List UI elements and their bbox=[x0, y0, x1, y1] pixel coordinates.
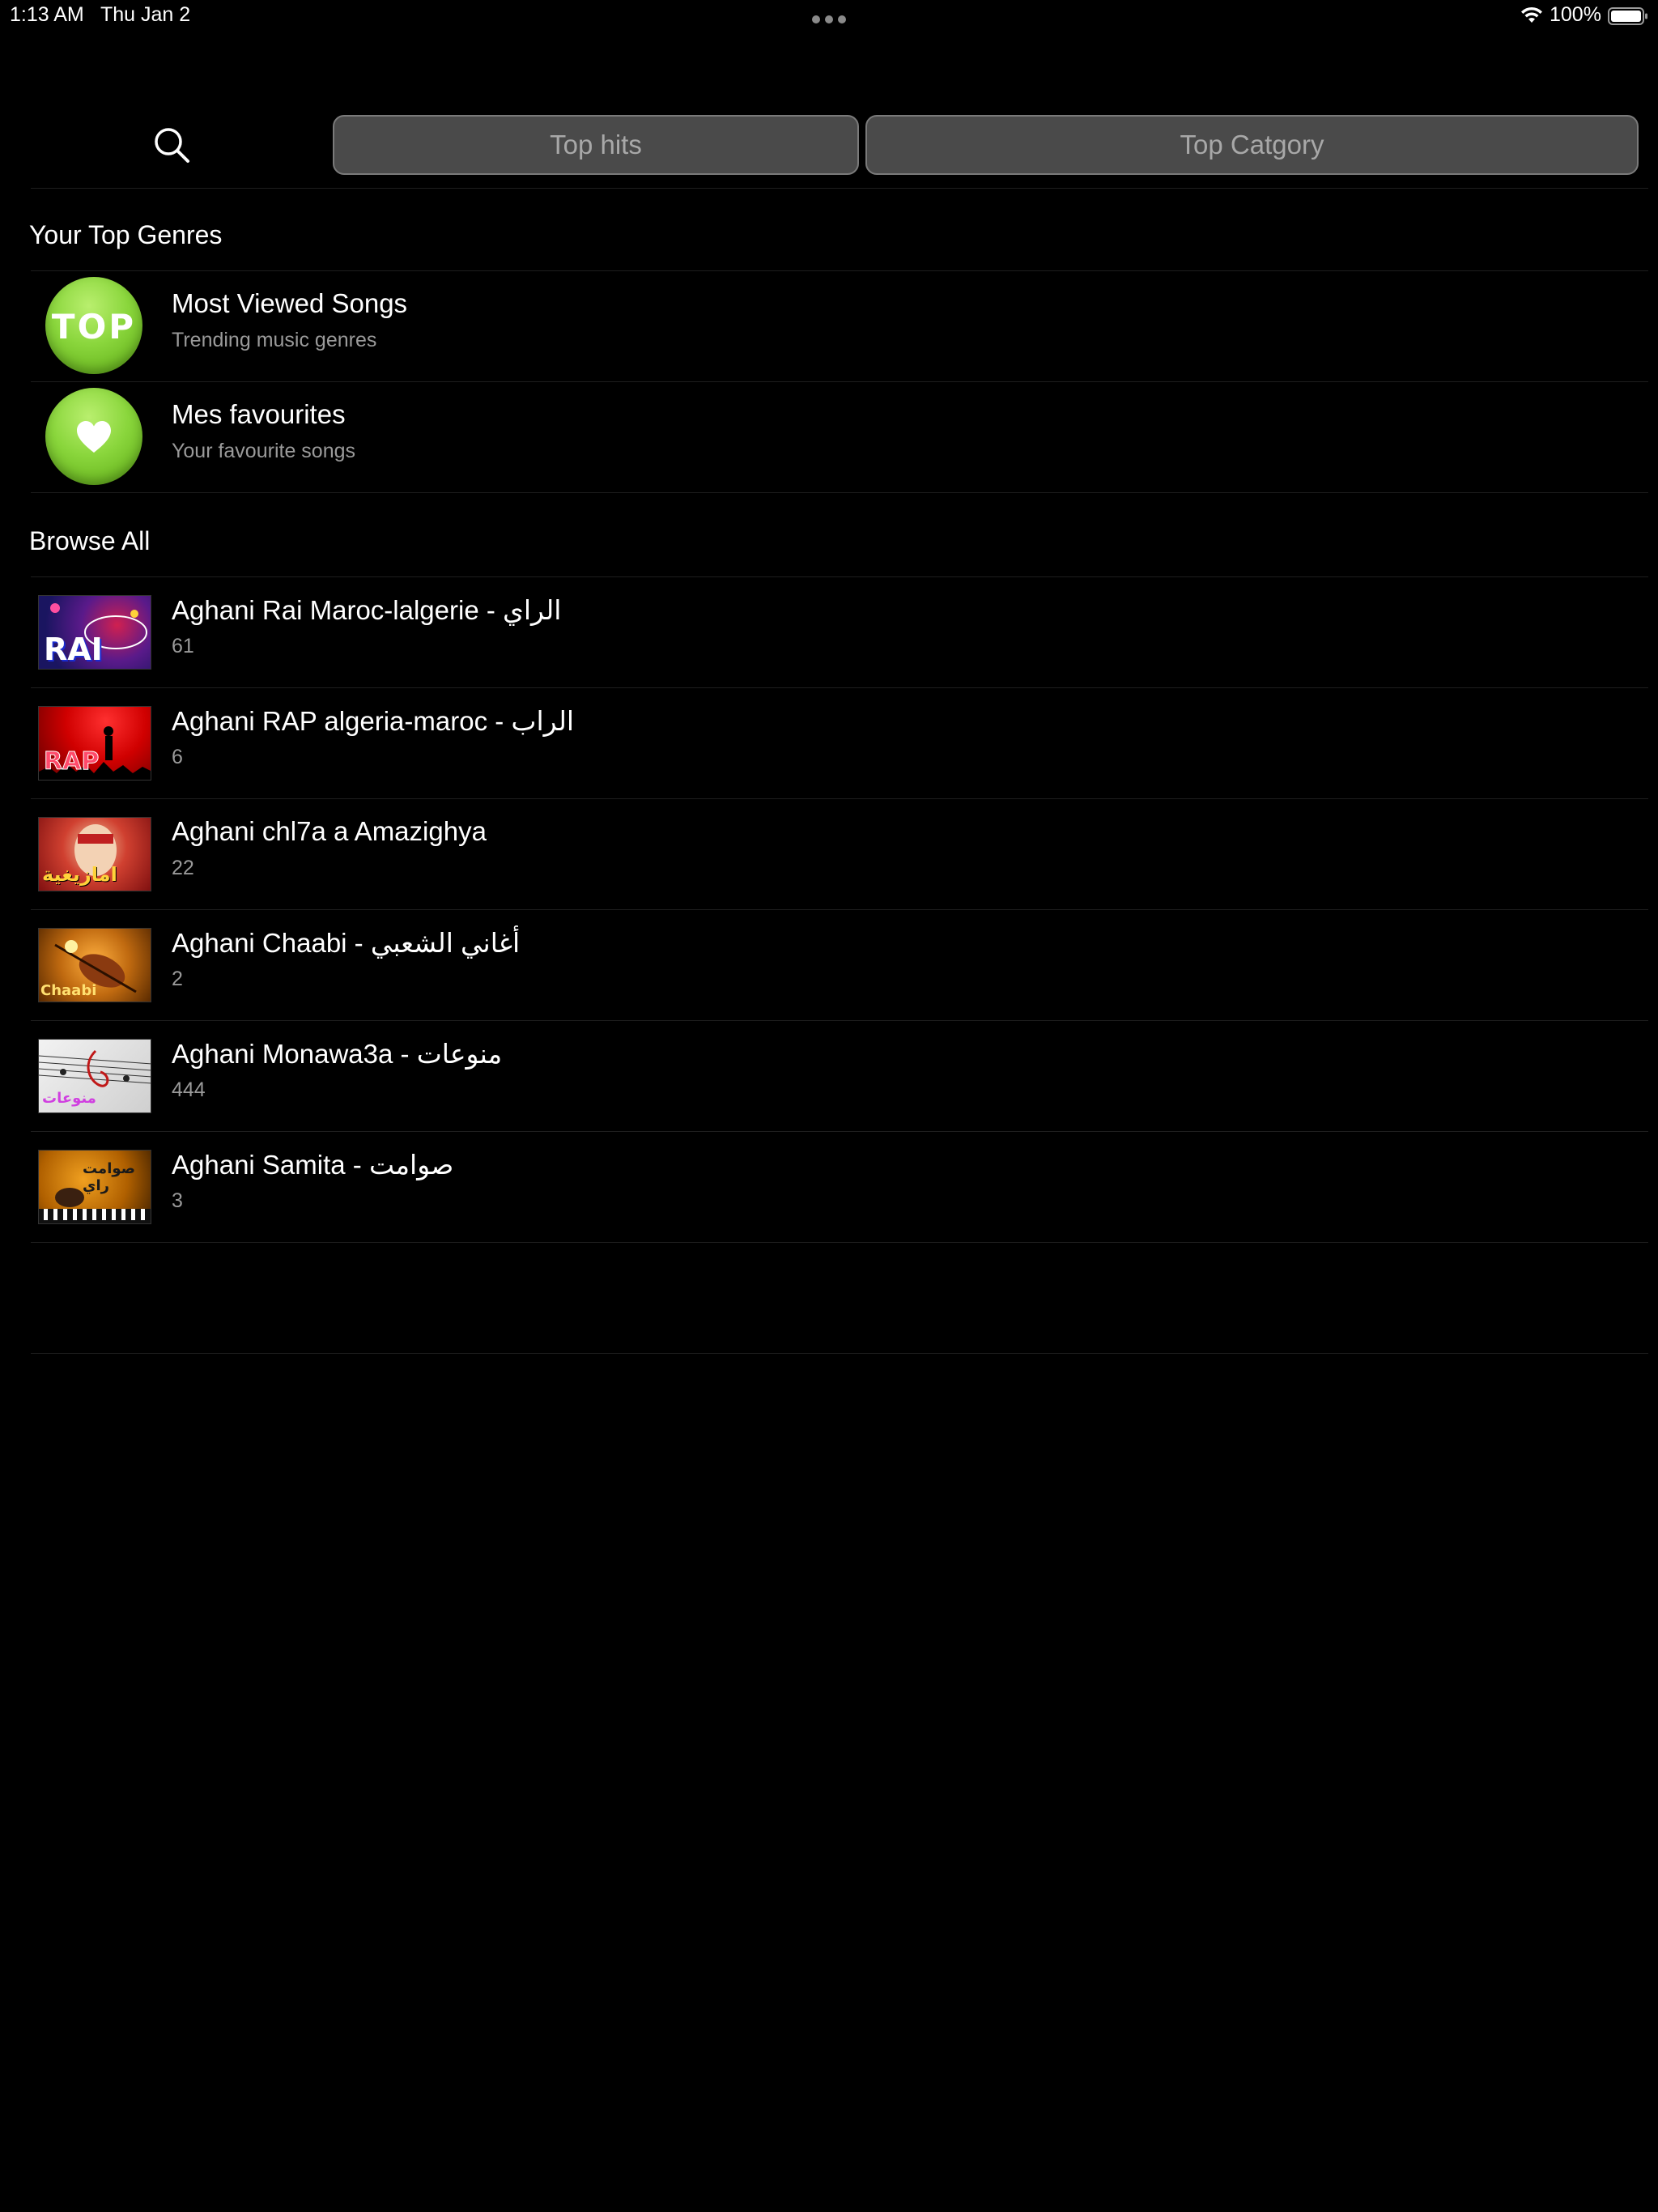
amazighya-thumbnail: امازيغية bbox=[38, 817, 151, 891]
wifi-icon bbox=[1521, 6, 1542, 23]
list-item-count: 6 bbox=[172, 746, 183, 768]
divider bbox=[31, 270, 1648, 271]
divider bbox=[31, 188, 1648, 189]
divider bbox=[31, 1353, 1648, 1354]
thumb-label: RAI bbox=[44, 632, 103, 667]
top-hits-label: Top hits bbox=[550, 130, 642, 160]
list-item-title: Aghani Monawa3a - منوعات bbox=[172, 1039, 503, 1069]
list-item-subtitle: Trending music genres bbox=[172, 329, 377, 351]
multitasking-dots-icon[interactable] bbox=[812, 15, 846, 23]
status-time: 1:13 AM bbox=[10, 3, 84, 26]
divider bbox=[31, 1131, 1648, 1132]
section-title-top-genres: Your Top Genres bbox=[29, 220, 223, 249]
list-item-count: 22 bbox=[172, 857, 194, 879]
list-item-title: Mes favourites bbox=[172, 399, 346, 429]
rap-thumbnail: RAP bbox=[38, 706, 151, 781]
list-item-count: 444 bbox=[172, 1078, 206, 1101]
battery-percentage: 100% bbox=[1550, 3, 1601, 26]
top-badge-text: TOP bbox=[51, 307, 137, 347]
thumb-label: امازيغية bbox=[42, 863, 117, 886]
samita-thumbnail: صوامت راي bbox=[38, 1150, 151, 1224]
divider bbox=[31, 1242, 1648, 1243]
thumb-label: Chaabi bbox=[40, 982, 97, 999]
top-category-button[interactable]: Top Catgory bbox=[865, 115, 1639, 175]
heart-icon bbox=[77, 421, 111, 453]
list-item-count: 61 bbox=[172, 635, 194, 657]
list-item-title: Aghani Rai Maroc-lalgerie - الراي bbox=[172, 595, 562, 625]
search-icon[interactable] bbox=[152, 125, 193, 166]
list-item-title: Aghani chl7a a Amazighya bbox=[172, 816, 487, 846]
thumb-label: منوعات bbox=[42, 1090, 96, 1107]
divider bbox=[31, 1020, 1648, 1021]
list-item-title: Aghani Samita - صوامت bbox=[172, 1150, 454, 1180]
list-item-rai[interactable]: RAI Aghani Rai Maroc-lalgerie - الراي 61 bbox=[31, 578, 1648, 688]
divider bbox=[31, 381, 1648, 382]
divider bbox=[31, 909, 1648, 910]
list-item-monawa3a[interactable]: منوعات Aghani Monawa3a - منوعات 444 bbox=[31, 1022, 1648, 1132]
list-item-title: Aghani Chaabi - أغاني الشعبي bbox=[172, 928, 521, 958]
chaabi-thumbnail: Chaabi bbox=[38, 928, 151, 1002]
list-item-count: 2 bbox=[172, 968, 183, 990]
top-badge-icon: TOP bbox=[45, 277, 142, 374]
list-item-samita[interactable]: صوامت راي Aghani Samita - صوامت 3 bbox=[31, 1133, 1648, 1243]
list-item-rap[interactable]: RAP Aghani RAP algeria-maroc - الراب 6 bbox=[31, 689, 1648, 799]
thumb-label: RAP bbox=[43, 747, 100, 776]
list-item-favourites[interactable]: Mes favourites Your favourite songs bbox=[31, 383, 1648, 493]
divider bbox=[31, 798, 1648, 799]
list-item-count: 3 bbox=[172, 1189, 183, 1212]
section-title-browse-all: Browse All bbox=[29, 526, 151, 555]
list-item-amazighya[interactable]: امازيغية Aghani chl7a a Amazighya 22 bbox=[31, 800, 1648, 910]
top-category-label: Top Catgory bbox=[1180, 130, 1324, 160]
list-item-title: Most Viewed Songs bbox=[172, 288, 408, 318]
divider bbox=[31, 687, 1648, 688]
thumb-label: صوامت راي bbox=[83, 1160, 136, 1194]
status-bar: 1:13 AM Thu Jan 2 100% bbox=[0, 0, 1658, 36]
status-date: Thu Jan 2 bbox=[100, 3, 191, 26]
rai-thumbnail: RAI bbox=[38, 595, 151, 670]
list-item-subtitle: Your favourite songs bbox=[172, 440, 356, 462]
monawa3a-thumbnail: منوعات bbox=[38, 1039, 151, 1113]
list-item-chaabi[interactable]: Chaabi Aghani Chaabi - أغاني الشعبي 2 bbox=[31, 911, 1648, 1021]
top-hits-button[interactable]: Top hits bbox=[333, 115, 859, 175]
list-item-title: Aghani RAP algeria-maroc - الراب bbox=[172, 706, 575, 736]
divider bbox=[31, 492, 1648, 493]
favourites-badge bbox=[45, 388, 142, 485]
battery-icon bbox=[1608, 7, 1647, 25]
list-item-most-viewed[interactable]: TOP Most Viewed Songs Trending music gen… bbox=[31, 272, 1648, 382]
divider bbox=[31, 576, 1648, 577]
